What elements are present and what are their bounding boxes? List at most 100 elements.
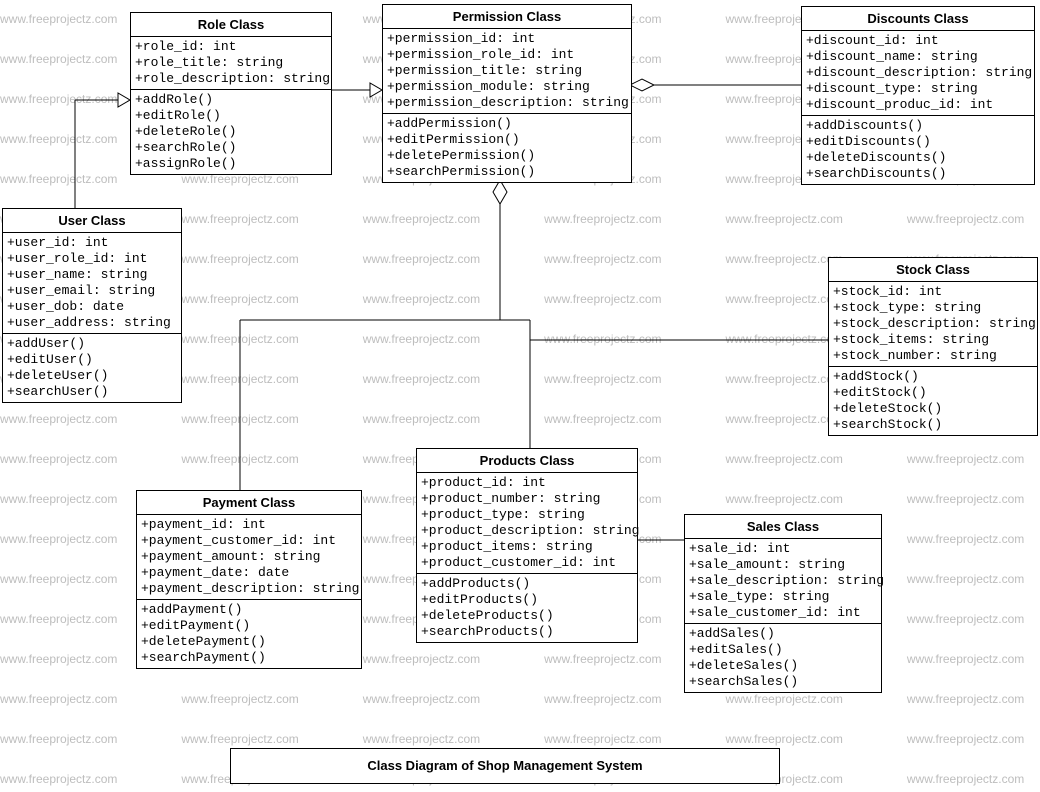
class-products: Products Class +product_id: int+product_…: [416, 448, 638, 643]
class-operations: +addUser()+editUser()+deleteUser()+searc…: [3, 334, 181, 402]
class-member: +role_description: string: [135, 71, 327, 87]
class-member: +sale_id: int: [689, 541, 877, 557]
class-member: +permission_title: string: [387, 63, 627, 79]
class-permission: Permission Class +permission_id: int+per…: [382, 4, 632, 183]
class-title: Sales Class: [685, 515, 881, 539]
class-member: +deletePermission(): [387, 148, 627, 164]
class-member: +addDiscounts(): [806, 118, 1030, 134]
class-member: +editStock(): [833, 385, 1033, 401]
class-member: +sale_description: string: [689, 573, 877, 589]
class-member: +product_description: string: [421, 523, 633, 539]
class-title: Stock Class: [829, 258, 1037, 282]
class-attributes: +role_id: int+role_title: string+role_de…: [131, 37, 331, 90]
class-member: +user_id: int: [7, 235, 177, 251]
class-member: +addProducts(): [421, 576, 633, 592]
class-attributes: +product_id: int+product_number: string+…: [417, 473, 637, 574]
class-member: +discount_type: string: [806, 81, 1030, 97]
class-member: +deleteRole(): [135, 124, 327, 140]
class-operations: +addSales()+editSales()+deleteSales()+se…: [685, 624, 881, 692]
class-member: +deleteSales(): [689, 658, 877, 674]
class-user: User Class +user_id: int+user_role_id: i…: [2, 208, 182, 403]
class-member: +editPermission(): [387, 132, 627, 148]
class-member: +editDiscounts(): [806, 134, 1030, 150]
class-member: +deleteDiscounts(): [806, 150, 1030, 166]
class-member: +discount_id: int: [806, 33, 1030, 49]
class-member: +discount_name: string: [806, 49, 1030, 65]
class-member: +sale_type: string: [689, 589, 877, 605]
class-member: +editUser(): [7, 352, 177, 368]
class-member: +user_address: string: [7, 315, 177, 331]
class-member: +stock_number: string: [833, 348, 1033, 364]
class-member: +sale_customer_id: int: [689, 605, 877, 621]
class-member: +user_email: string: [7, 283, 177, 299]
class-member: +product_type: string: [421, 507, 633, 523]
class-member: +addPermission(): [387, 116, 627, 132]
class-member: +user_role_id: int: [7, 251, 177, 267]
class-member: +deleteUser(): [7, 368, 177, 384]
class-discounts: Discounts Class +discount_id: int+discou…: [801, 6, 1035, 185]
class-title: User Class: [3, 209, 181, 233]
class-member: +stock_items: string: [833, 332, 1033, 348]
class-operations: +addDiscounts()+editDiscounts()+deleteDi…: [802, 116, 1034, 184]
class-title: Payment Class: [137, 491, 361, 515]
class-member: +permission_role_id: int: [387, 47, 627, 63]
class-member: +deleteProducts(): [421, 608, 633, 624]
class-member: +product_id: int: [421, 475, 633, 491]
class-member: +payment_description: string: [141, 581, 357, 597]
class-attributes: +permission_id: int+permission_role_id: …: [383, 29, 631, 114]
class-member: +sale_amount: string: [689, 557, 877, 573]
class-stock: Stock Class +stock_id: int+stock_type: s…: [828, 257, 1038, 436]
class-member: +editPayment(): [141, 618, 357, 634]
class-member: +role_title: string: [135, 55, 327, 71]
class-attributes: +payment_id: int+payment_customer_id: in…: [137, 515, 361, 600]
class-member: +stock_description: string: [833, 316, 1033, 332]
class-title: Permission Class: [383, 5, 631, 29]
class-attributes: +user_id: int+user_role_id: int+user_nam…: [3, 233, 181, 334]
class-member: +addRole(): [135, 92, 327, 108]
class-member: +editRole(): [135, 108, 327, 124]
class-member: +deleteStock(): [833, 401, 1033, 417]
class-member: +addSales(): [689, 626, 877, 642]
class-operations: +addRole()+editRole()+deleteRole()+searc…: [131, 90, 331, 174]
class-sales: Sales Class +sale_id: int+sale_amount: s…: [684, 514, 882, 693]
class-member: +searchPayment(): [141, 650, 357, 666]
class-member: +searchProducts(): [421, 624, 633, 640]
class-member: +assignRole(): [135, 156, 327, 172]
diagram-caption: Class Diagram of Shop Management System: [230, 748, 780, 784]
class-payment: Payment Class +payment_id: int+payment_c…: [136, 490, 362, 669]
class-operations: +addStock()+editStock()+deleteStock()+se…: [829, 367, 1037, 435]
class-member: +product_customer_id: int: [421, 555, 633, 571]
class-member: +editProducts(): [421, 592, 633, 608]
class-member: +searchUser(): [7, 384, 177, 400]
class-title: Role Class: [131, 13, 331, 37]
class-operations: +addPermission()+editPermission()+delete…: [383, 114, 631, 182]
class-title: Products Class: [417, 449, 637, 473]
class-member: +product_items: string: [421, 539, 633, 555]
class-attributes: +sale_id: int+sale_amount: string+sale_d…: [685, 539, 881, 624]
class-title: Discounts Class: [802, 7, 1034, 31]
class-member: +searchDiscounts(): [806, 166, 1030, 182]
class-member: +searchSales(): [689, 674, 877, 690]
class-member: +editSales(): [689, 642, 877, 658]
class-member: +discount_description: string: [806, 65, 1030, 81]
class-member: +searchRole(): [135, 140, 327, 156]
class-member: +payment_customer_id: int: [141, 533, 357, 549]
class-member: +payment_amount: string: [141, 549, 357, 565]
class-role: Role Class +role_id: int+role_title: str…: [130, 12, 332, 175]
class-member: +stock_id: int: [833, 284, 1033, 300]
class-member: +addUser(): [7, 336, 177, 352]
class-member: +permission_description: string: [387, 95, 627, 111]
class-member: +user_name: string: [7, 267, 177, 283]
class-attributes: +discount_id: int+discount_name: string+…: [802, 31, 1034, 116]
class-member: +permission_module: string: [387, 79, 627, 95]
class-operations: +addProducts()+editProducts()+deleteProd…: [417, 574, 637, 642]
class-member: +role_id: int: [135, 39, 327, 55]
class-member: +addStock(): [833, 369, 1033, 385]
class-member: +product_number: string: [421, 491, 633, 507]
class-member: +permission_id: int: [387, 31, 627, 47]
class-attributes: +stock_id: int+stock_type: string+stock_…: [829, 282, 1037, 367]
class-member: +discount_produc_id: int: [806, 97, 1030, 113]
class-member: +searchStock(): [833, 417, 1033, 433]
class-member: +deletePayment(): [141, 634, 357, 650]
class-member: +searchPermission(): [387, 164, 627, 180]
